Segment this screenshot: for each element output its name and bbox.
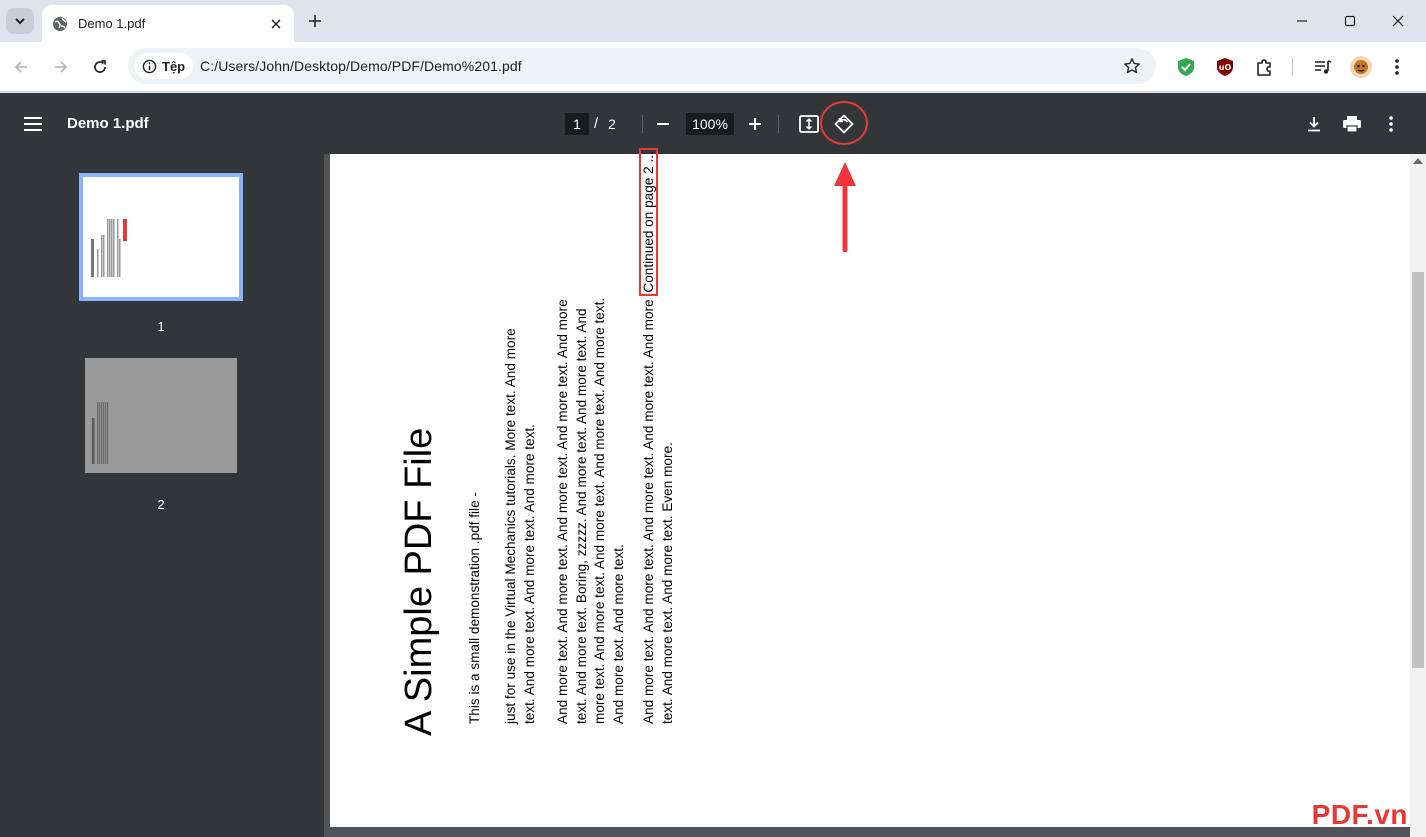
text-line: And more text. And more text. And more t… xyxy=(641,299,656,724)
browser-menu-button[interactable] xyxy=(1384,54,1410,80)
document-paragraph-2: just for use in the Virtual Mechanics tu… xyxy=(502,328,539,724)
minimize-icon xyxy=(1297,20,1307,22)
close-icon xyxy=(271,18,281,29)
print-button[interactable] xyxy=(1339,111,1365,137)
watermark-logo: PDF.vn xyxy=(1311,799,1408,830)
document-viewport[interactable]: A Simple PDF File This is a small demons… xyxy=(324,148,1410,837)
pdf-toolbar: Demo 1.pdf 1 / 2 100% xyxy=(0,93,1426,154)
star-icon xyxy=(1124,58,1140,74)
hamburger-menu-icon xyxy=(24,117,42,131)
close-icon xyxy=(1392,15,1404,27)
more-vertical-icon xyxy=(1395,59,1399,75)
pdf-more-options-button[interactable] xyxy=(1378,111,1404,137)
highlighted-continued-text: Continued on page 2 ... xyxy=(639,148,658,296)
profile-button[interactable] xyxy=(1348,54,1374,80)
text-line: text. And more text. And more text. Even… xyxy=(659,442,675,724)
text-line: just for use in the Virtual Mechanics tu… xyxy=(503,328,518,724)
sidebar-toggle-button[interactable] xyxy=(20,111,46,137)
plus-icon xyxy=(749,118,761,130)
thumbnail-label-2: 2 xyxy=(157,497,165,512)
tab-close-button[interactable] xyxy=(266,14,286,34)
thumbnail-label-1: 1 xyxy=(157,319,165,334)
thumbnail-page-preview xyxy=(85,358,237,473)
fit-page-icon xyxy=(799,115,819,133)
tab-strip: Demo 1.pdf xyxy=(0,0,1426,42)
page-thumbnail-2[interactable] xyxy=(85,358,237,473)
more-vertical-icon xyxy=(1389,116,1393,132)
puzzle-icon xyxy=(1257,59,1271,76)
minimize-button[interactable] xyxy=(1288,8,1316,34)
pdf-page: A Simple PDF File This is a small demons… xyxy=(330,148,1410,827)
annotation-arrow-up-icon xyxy=(834,162,856,252)
page-total: 2 xyxy=(608,116,616,132)
site-info-label: Tệp xyxy=(162,58,186,74)
shield-check-icon xyxy=(1178,58,1194,76)
arrow-right-icon xyxy=(55,61,68,73)
document-paragraph-4: And more text. And more text. And more t… xyxy=(639,148,677,724)
globe-icon xyxy=(53,16,67,31)
zoom-out-button[interactable] xyxy=(650,111,676,137)
text-line: And more text. And more text. And more t… xyxy=(555,299,570,724)
printer-icon xyxy=(1343,116,1361,133)
bookmark-button[interactable] xyxy=(1122,56,1142,76)
browser-toolbar: Tệp C:/Users/John/Desktop/Demo/PDF/Demo%… xyxy=(0,42,1426,92)
extensions-button[interactable] xyxy=(1251,54,1277,80)
maximize-button[interactable] xyxy=(1336,8,1364,34)
ublock-icon: uO xyxy=(1217,58,1233,76)
document-paragraph-1: This is a small demonstration .pdf file … xyxy=(466,492,485,724)
avatar-icon xyxy=(1350,56,1372,78)
document-paragraph-3: And more text. And more text. And more t… xyxy=(554,298,628,724)
shield-extension-button[interactable] xyxy=(1173,54,1199,80)
thumbnail-page-preview xyxy=(83,177,239,297)
tab-search-button[interactable] xyxy=(6,8,34,34)
page-number-input[interactable]: 1 xyxy=(565,113,589,135)
zoom-level-input[interactable]: 100% xyxy=(686,113,734,135)
text-line: This is a small demonstration .pdf file … xyxy=(467,492,482,724)
text-line: text. And more text. And more text. And … xyxy=(521,424,537,724)
maximize-icon xyxy=(1344,15,1356,27)
document-title: A Simple PDF File xyxy=(398,427,440,736)
toolbar-divider xyxy=(642,115,643,133)
text-line: text. And more text. Boring, zzzzz. And … xyxy=(573,308,589,724)
browser-tab[interactable]: Demo 1.pdf xyxy=(42,5,294,42)
page-separator: / xyxy=(594,115,599,132)
close-window-button[interactable] xyxy=(1384,8,1412,34)
browser-window: Demo 1.pdf Tệp C:/Users/John/Desktop/Dem… xyxy=(0,0,1426,837)
url-text[interactable]: C:/Users/John/Desktop/Demo/PDF/Demo%201.… xyxy=(200,58,522,74)
tab-title: Demo 1.pdf xyxy=(78,16,146,31)
plus-icon xyxy=(309,15,321,27)
arrow-left-icon xyxy=(14,61,27,73)
music-queue-icon xyxy=(1315,60,1332,74)
rotate-button-highlight-circle xyxy=(820,101,868,145)
scrollbar-thumb[interactable] xyxy=(1412,272,1424,668)
forward-button[interactable] xyxy=(48,54,74,80)
text-line: And more text. And more text. xyxy=(610,544,626,724)
thumbnail-sidebar: 1 2 xyxy=(0,154,324,837)
vertical-scrollbar[interactable] xyxy=(1410,154,1426,837)
address-bar[interactable]: Tệp C:/Users/John/Desktop/Demo/PDF/Demo%… xyxy=(128,48,1156,84)
svg-text:uO: uO xyxy=(1219,63,1232,72)
pdf-file-name: Demo 1.pdf xyxy=(67,115,149,132)
ublock-extension-button[interactable]: uO xyxy=(1212,54,1238,80)
media-control-button[interactable] xyxy=(1310,54,1336,80)
reload-icon xyxy=(94,60,106,73)
new-tab-button[interactable] xyxy=(303,9,327,33)
reload-button[interactable] xyxy=(87,54,113,80)
minus-icon xyxy=(657,123,669,125)
chevron-down-icon xyxy=(15,18,25,25)
page-thumbnail-1[interactable] xyxy=(79,173,243,301)
toolbar-separator xyxy=(1292,58,1293,76)
download-icon xyxy=(1308,117,1320,132)
text-line: more text. And more text. And more text.… xyxy=(592,297,608,724)
back-button[interactable] xyxy=(8,54,34,80)
fit-to-page-button[interactable] xyxy=(796,111,822,137)
toolbar-divider xyxy=(778,115,779,133)
site-info-chip[interactable]: Tệp xyxy=(134,53,194,79)
scroll-up-arrow-icon[interactable] xyxy=(1413,158,1423,164)
download-button[interactable] xyxy=(1301,111,1327,137)
zoom-in-button[interactable] xyxy=(742,111,768,137)
info-icon xyxy=(142,59,157,73)
